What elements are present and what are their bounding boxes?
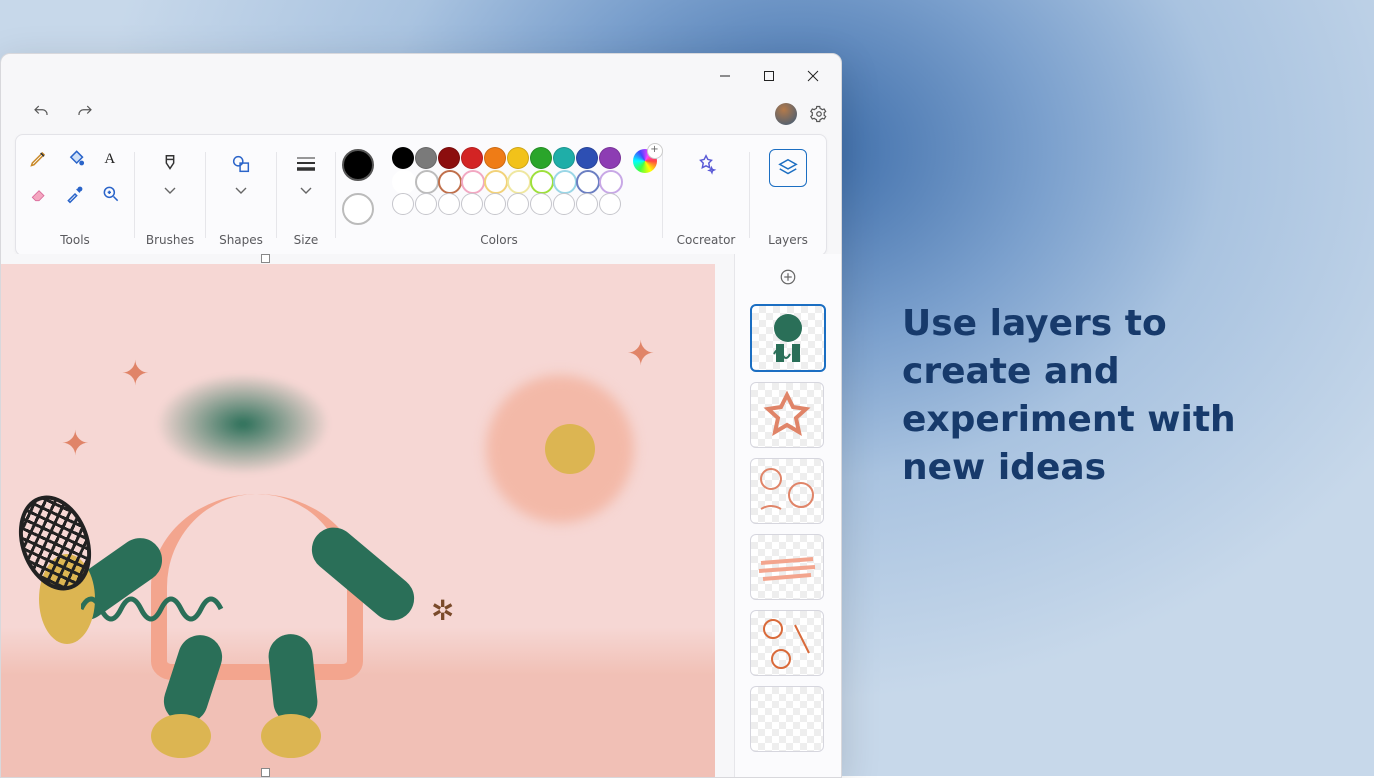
minimize-button[interactable] (703, 58, 747, 94)
color-swatch[interactable] (507, 170, 531, 194)
maximize-button[interactable] (747, 58, 791, 94)
group-shapes: Shapes (206, 141, 276, 249)
color-swatch[interactable] (438, 147, 460, 169)
color-swatch[interactable] (507, 147, 529, 169)
color-swatch-empty[interactable] (461, 193, 483, 215)
canvas[interactable]: ✦ ✦ ✦ ✲ (1, 264, 715, 778)
color-swatch[interactable] (553, 147, 575, 169)
titlebar (1, 54, 841, 98)
resize-handle[interactable] (261, 254, 270, 263)
edit-colors-button[interactable] (633, 149, 657, 173)
group-label: Shapes (219, 233, 263, 249)
chevron-down-icon[interactable] (163, 185, 177, 195)
undo-button[interactable] (29, 100, 53, 124)
color-swatch-empty[interactable] (438, 193, 460, 215)
color-swatch[interactable] (415, 170, 439, 194)
group-colors: Colors (336, 141, 662, 249)
color-swatch-empty[interactable] (507, 193, 529, 215)
color-swatch-empty[interactable] (576, 193, 598, 215)
color-swatch-empty[interactable] (415, 193, 437, 215)
color-palette (392, 147, 619, 213)
workspace: ✦ ✦ ✦ ✲ (1, 254, 841, 777)
brushes-button[interactable] (153, 147, 187, 181)
color-swatch[interactable] (392, 147, 414, 169)
layer-thumb[interactable] (750, 304, 826, 372)
text-tool[interactable]: A (94, 141, 128, 175)
color-swatch[interactable] (553, 170, 577, 194)
color-swatch[interactable] (461, 147, 483, 169)
shapes-button[interactable] (224, 147, 258, 181)
color-swatch[interactable] (484, 170, 508, 194)
layers-button[interactable] (769, 149, 807, 187)
svg-text:A: A (104, 151, 115, 167)
color-swatch-empty[interactable] (599, 193, 621, 215)
group-label: Cocreator (677, 233, 736, 249)
group-size: Size (277, 141, 335, 249)
color-swatch[interactable] (438, 170, 462, 194)
paint-window: A Tools Brushes Shapes (0, 53, 842, 778)
group-layers: Layers (750, 141, 826, 249)
settings-button[interactable] (807, 102, 831, 126)
chevron-down-icon[interactable] (234, 185, 248, 195)
layer-thumb[interactable] (750, 382, 824, 448)
size-button[interactable] (289, 147, 323, 181)
group-tools: A Tools (16, 141, 134, 249)
profile-bar (775, 102, 831, 126)
color-swatch-empty[interactable] (553, 193, 575, 215)
current-color-2[interactable] (342, 193, 374, 225)
color-swatch[interactable] (576, 170, 600, 194)
group-label: Size (294, 233, 319, 249)
cocreator-button[interactable] (689, 147, 723, 181)
layer-list (750, 304, 826, 752)
layer-thumb[interactable] (750, 534, 824, 600)
layer-thumb[interactable] (750, 458, 824, 524)
pencil-tool[interactable] (22, 141, 56, 175)
color-swatch[interactable] (530, 170, 554, 194)
quick-access-toolbar (29, 100, 97, 124)
group-brushes: Brushes (135, 141, 205, 249)
layer-thumb[interactable] (750, 686, 824, 752)
color-swatch[interactable] (392, 170, 416, 194)
redo-button[interactable] (73, 100, 97, 124)
layer-thumb[interactable] (750, 610, 824, 676)
color-swatch-empty[interactable] (392, 193, 414, 215)
color-swatch[interactable] (530, 147, 552, 169)
group-label: Colors (480, 233, 518, 249)
ribbon: A Tools Brushes Shapes (15, 134, 827, 256)
fill-tool[interactable] (58, 141, 92, 175)
group-cocreator: Cocreator (663, 141, 749, 249)
color-swatch[interactable] (576, 147, 598, 169)
eraser-tool[interactable] (22, 177, 56, 211)
marketing-headline: Use layers to create and experiment with… (902, 300, 1302, 492)
layers-panel (734, 254, 841, 777)
group-label: Layers (768, 233, 808, 249)
color-swatch[interactable] (415, 147, 437, 169)
magnifier-tool[interactable] (94, 177, 128, 211)
current-color-1[interactable] (342, 149, 374, 181)
user-avatar[interactable] (775, 103, 797, 125)
group-label: Brushes (146, 233, 194, 249)
artwork: ✦ ✦ ✦ ✲ (1, 264, 715, 778)
add-layer-button[interactable] (743, 260, 833, 294)
color-swatch-empty[interactable] (530, 193, 552, 215)
color-swatch[interactable] (484, 147, 506, 169)
chevron-down-icon[interactable] (299, 185, 313, 195)
color-swatch[interactable] (599, 170, 623, 194)
canvas-viewport[interactable]: ✦ ✦ ✦ ✲ (1, 254, 734, 777)
group-label: Tools (60, 233, 90, 249)
color-picker-tool[interactable] (58, 177, 92, 211)
close-button[interactable] (791, 58, 835, 94)
color-swatch[interactable] (599, 147, 621, 169)
color-swatch-empty[interactable] (484, 193, 506, 215)
color-swatch[interactable] (461, 170, 485, 194)
